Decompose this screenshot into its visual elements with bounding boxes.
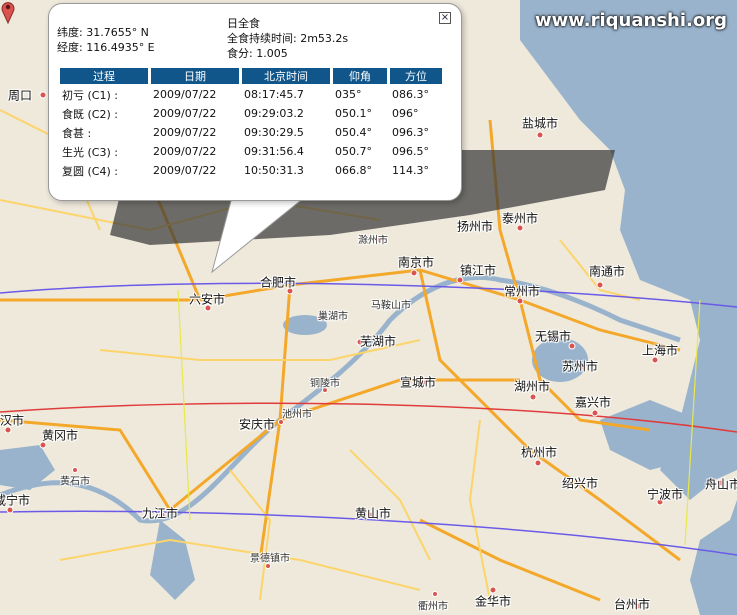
coordinates-block: 纬度: 31.7655° N 经度: 116.4935° E: [57, 25, 155, 55]
city-label: 芜湖市: [359, 334, 397, 349]
city-label: 南京市: [397, 255, 435, 270]
city-label: 金华市: [474, 594, 512, 609]
table-cell: 复圆 (C4) :: [62, 164, 118, 178]
table-cell: 050.1°: [335, 107, 372, 120]
latitude-text: 纬度: 31.7655° N: [57, 26, 149, 39]
table-row: 食甚 : 2009/07/22 09:30:29.5 050.4° 096.3°: [60, 124, 442, 141]
table-header-row: 过程 日期 北京时间 仰角 方位: [60, 68, 442, 84]
column-header: 仰角: [333, 68, 387, 84]
city-label: 扬州市: [456, 219, 494, 234]
city-label: 安庆市: [238, 417, 276, 432]
city-label: 马鞍山市: [371, 300, 411, 312]
city-label: 无锡市: [534, 329, 572, 344]
close-icon[interactable]: ×: [439, 12, 451, 24]
table-cell: 096°: [392, 107, 419, 120]
table-cell: 035°: [335, 88, 362, 101]
column-header: 方位: [390, 68, 442, 84]
table-cell: 09:31:56.4: [244, 145, 304, 158]
city-label: 黄冈市: [41, 428, 79, 443]
table-cell: 2009/07/22: [153, 126, 217, 139]
city-label: 苏州市: [561, 359, 599, 374]
longitude-text: 经度: 116.4935° E: [57, 41, 155, 54]
column-header: 日期: [151, 68, 239, 84]
city-label: 汉市: [0, 413, 25, 428]
city-label: 上海市: [641, 343, 679, 358]
city-label: 滁州市: [358, 235, 388, 247]
eclipse-summary: 日全食 全食持续时间: 2m53.2s 食分: 1.005: [227, 16, 348, 61]
city-label: 泰州市: [501, 211, 539, 226]
table-cell: 096.5°: [392, 145, 429, 158]
city-label: 台州市: [613, 597, 651, 612]
table-cell: 食既 (C2) :: [62, 107, 118, 121]
meridian-line-west: [177, 289, 191, 521]
city-label: 周口: [7, 88, 33, 103]
table-row: 食既 (C2) : 2009/07/22 09:29:03.2 050.1° 0…: [60, 105, 442, 122]
northern-limit-line: [0, 282, 737, 308]
city-label: 嘉兴市: [574, 395, 612, 410]
totality-duration-text: 全食持续时间: 2m53.2s: [227, 32, 349, 45]
city-label: 衢州市: [418, 601, 448, 613]
table-cell: 2009/07/22: [153, 164, 217, 177]
table-cell: 2009/07/22: [153, 145, 217, 158]
table-cell: 08:17:45.7: [244, 88, 304, 101]
table-cell: 初亏 (C1) :: [62, 88, 118, 102]
table-cell: 050.4°: [335, 126, 372, 139]
city-label: 黄石市: [60, 476, 90, 488]
table-cell: 09:29:03.2: [244, 107, 304, 120]
city-label: 杭州市: [520, 445, 558, 460]
city-label: 九江市: [141, 506, 179, 521]
eclipse-type-text: 日全食: [227, 17, 260, 30]
city-label: 巢湖市: [318, 311, 348, 323]
table-cell: 生光 (C3) :: [62, 145, 118, 159]
city-label: 镇江市: [459, 263, 497, 278]
table-cell: 066.8°: [335, 164, 372, 177]
table-cell: 096.3°: [392, 126, 429, 139]
eclipse-contacts-table: 过程 日期 北京时间 仰角 方位 初亏 (C1) : 2009/07/22 08…: [57, 66, 445, 181]
city-label: 舟山市: [704, 477, 737, 492]
table-row: 复圆 (C4) : 2009/07/22 10:50:31.3 066.8° 1…: [60, 162, 442, 179]
magnitude-text: 食分: 1.005: [227, 47, 288, 60]
location-pin-icon[interactable]: [0, 0, 16, 24]
city-label: 宁波市: [646, 487, 684, 502]
column-header: 北京时间: [242, 68, 330, 84]
city-label: 景德镇市: [250, 553, 290, 565]
table-cell: 050.7°: [335, 145, 372, 158]
city-label: 六安市: [188, 292, 226, 307]
table-cell: 114.3°: [392, 164, 429, 177]
table-row: 生光 (C3) : 2009/07/22 09:31:56.4 050.7° 0…: [60, 143, 442, 160]
column-header: 过程: [60, 68, 148, 84]
city-label: 南通市: [588, 264, 626, 279]
map-canvas[interactable]: 周口 淮 盐城市 泰州市 扬州市 滁州市 南京市 镇江市 南通市 合肥市 六安市…: [0, 0, 737, 615]
table-row: 初亏 (C1) : 2009/07/22 08:17:45.7 035° 086…: [60, 86, 442, 103]
city-label: 铜陵市: [310, 378, 340, 390]
city-label: 绍兴市: [561, 476, 599, 491]
eclipse-info-popup: × 纬度: 31.7655° N 经度: 116.4935° E 日全食 全食持…: [48, 3, 462, 201]
table-cell: 09:30:29.5: [244, 126, 304, 139]
poyang-lake: [150, 520, 195, 600]
table-cell: 食甚 :: [62, 126, 92, 140]
city-label: 盐城市: [521, 116, 559, 131]
table-cell: 10:50:31.3: [244, 164, 304, 177]
city-label: 池州市: [282, 409, 312, 421]
city-label: 咸宁市: [0, 493, 31, 508]
city-label: 合肥市: [259, 275, 297, 290]
city-label: 湖州市: [513, 379, 551, 394]
city-label: 黄山市: [354, 506, 392, 521]
table-cell: 086.3°: [392, 88, 429, 101]
site-watermark: www.riquanshi.org: [535, 10, 727, 31]
city-label: 常州市: [503, 284, 541, 299]
city-label: 宣城市: [399, 375, 437, 390]
table-cell: 2009/07/22: [153, 88, 217, 101]
table-cell: 2009/07/22: [153, 107, 217, 120]
